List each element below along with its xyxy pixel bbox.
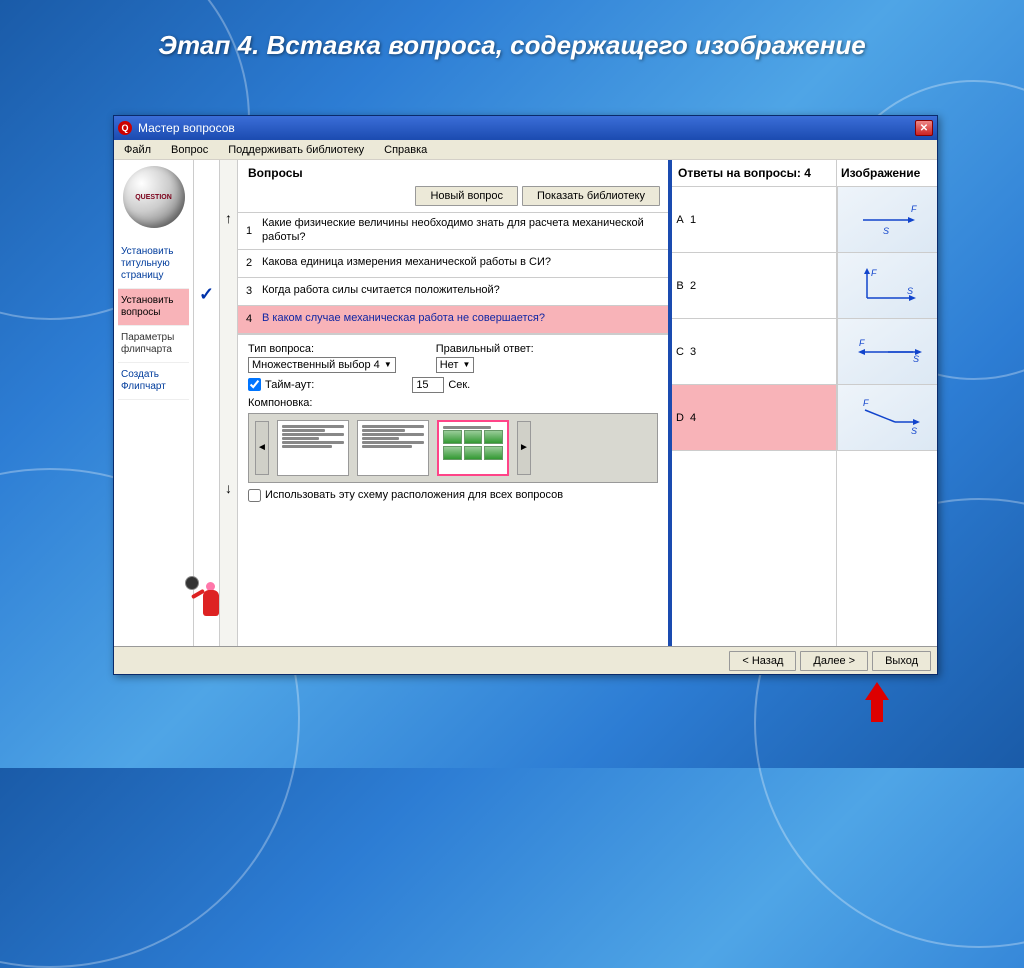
answer-letter: C — [672, 346, 688, 358]
new-question-button[interactable]: Новый вопрос — [415, 186, 518, 206]
answers-panel: Ответы на вопросы: 4 A1B2C3D4 Изображени… — [672, 160, 937, 646]
close-button[interactable]: ✕ — [915, 120, 933, 136]
checkmark-icon: ✓ — [199, 284, 214, 305]
params-panel: Тип вопроса: Множественный выбор 4▼ Прав… — [238, 334, 668, 510]
question-row[interactable]: 3Когда работа силы считается положительн… — [238, 278, 668, 306]
answer-number: 2 — [688, 280, 706, 292]
back-button[interactable]: < Назад — [729, 651, 796, 671]
svg-text:F: F — [863, 398, 869, 408]
type-select[interactable]: Множественный выбор 4▼ — [248, 357, 396, 373]
type-label: Тип вопроса: — [248, 343, 396, 355]
wizard-window: Q Мастер вопросов ✕ Файл Вопрос Поддержи… — [113, 115, 938, 675]
svg-text:S: S — [907, 286, 913, 296]
apply-all-checkbox[interactable] — [248, 489, 261, 502]
answer-letter: D — [672, 412, 688, 424]
apply-all-label: Использовать эту схему расположения для … — [265, 489, 563, 501]
timeout-label: Тайм-аут: — [265, 379, 314, 391]
arrow-up-icon[interactable]: ↑ — [225, 210, 232, 226]
sidebar-item-3[interactable]: Создать Флипчарт — [118, 363, 189, 400]
timeout-checkbox[interactable] — [248, 378, 261, 391]
person-icon — [189, 578, 225, 626]
question-text: Какова единица измерения механической ра… — [260, 252, 668, 274]
question-text: Когда работа силы считается положительно… — [260, 280, 668, 302]
answer-image-cell[interactable]: FS — [837, 187, 937, 253]
menubar: Файл Вопрос Поддерживать библиотеку Спра… — [114, 140, 937, 160]
chevron-down-icon: ▼ — [384, 360, 392, 369]
questions-header: Вопросы — [238, 160, 668, 184]
sidebar: QUESTION Установить титульную страницуУс… — [114, 160, 194, 646]
layout-option-3[interactable] — [437, 420, 509, 476]
menu-help[interactable]: Справка — [380, 142, 431, 158]
layout-scroll-left[interactable]: ◄ — [255, 421, 269, 475]
svg-text:S: S — [883, 226, 889, 236]
answer-number: 3 — [688, 346, 706, 358]
svg-text:F: F — [871, 268, 877, 278]
check-column: ✓ — [194, 160, 220, 646]
svg-text:S: S — [913, 354, 919, 364]
menu-support-library[interactable]: Поддерживать библиотеку — [224, 142, 368, 158]
sidebar-item-0[interactable]: Установить титульную страницу — [118, 240, 189, 289]
question-number: 3 — [238, 285, 260, 297]
titlebar: Q Мастер вопросов ✕ — [114, 116, 937, 140]
correct-answer-select[interactable]: Нет▼ — [436, 357, 475, 373]
menu-question[interactable]: Вопрос — [167, 142, 212, 158]
window-title: Мастер вопросов — [138, 121, 235, 135]
svg-text:F: F — [911, 204, 917, 214]
answer-number: 1 — [688, 214, 706, 226]
question-number: 4 — [238, 313, 260, 325]
layout-option-1[interactable] — [277, 420, 349, 476]
app-icon: Q — [118, 121, 132, 135]
answers-header: Ответы на вопросы: 4 — [672, 160, 836, 187]
sidebar-item-2[interactable]: Параметры флипчарта — [118, 326, 189, 363]
arrow-down-icon[interactable]: ↓ — [225, 480, 232, 496]
answer-number: 4 — [688, 412, 706, 424]
layout-option-2[interactable] — [357, 420, 429, 476]
question-text: Какие физические величины необходимо зна… — [260, 213, 668, 249]
menu-file[interactable]: Файл — [120, 142, 155, 158]
answer-row[interactable]: D4 — [672, 385, 836, 451]
question-row[interactable]: 1Какие физические величины необходимо зн… — [238, 213, 668, 250]
highlight-arrow-icon — [865, 682, 889, 722]
answer-row[interactable]: C3 — [672, 319, 836, 385]
answer-image-cell[interactable]: FS — [837, 319, 937, 385]
svg-text:F: F — [859, 338, 865, 348]
exit-button[interactable]: Выход — [872, 651, 931, 671]
correct-answer-label: Правильный ответ: — [436, 343, 534, 355]
question-logo: QUESTION — [123, 166, 185, 228]
answer-letter: A — [672, 214, 688, 226]
question-row[interactable]: 4В каком случае механическая работа не с… — [238, 306, 668, 334]
next-button[interactable]: Далее > — [800, 651, 868, 671]
layout-label: Компоновка: — [248, 397, 658, 409]
question-row[interactable]: 2Какова единица измерения механической р… — [238, 250, 668, 278]
question-number: 1 — [238, 225, 260, 237]
timeout-input[interactable] — [412, 377, 444, 393]
answer-image-cell[interactable]: FS — [837, 385, 937, 451]
image-header: Изображение — [837, 160, 937, 187]
layout-panel: ◄ ► — [248, 413, 658, 483]
question-number: 2 — [238, 257, 260, 269]
layout-scroll-right[interactable]: ► — [517, 421, 531, 475]
timeout-unit: Сек. — [448, 379, 470, 391]
answer-image-cell[interactable]: FS — [837, 253, 937, 319]
show-library-button[interactable]: Показать библиотеку — [522, 186, 660, 206]
sidebar-item-1[interactable]: Установить вопросы — [118, 289, 189, 326]
chevron-down-icon: ▼ — [462, 360, 470, 369]
arrow-column: ↑ ↓ — [220, 160, 238, 646]
answer-letter: B — [672, 280, 688, 292]
footer: < Назад Далее > Выход — [114, 646, 937, 674]
answer-row[interactable]: A1 — [672, 187, 836, 253]
question-text: В каком случае механическая работа не со… — [260, 308, 668, 330]
main-panel: Вопросы Новый вопрос Показать библиотеку… — [238, 160, 672, 646]
svg-text:S: S — [911, 426, 917, 436]
answer-row[interactable]: B2 — [672, 253, 836, 319]
